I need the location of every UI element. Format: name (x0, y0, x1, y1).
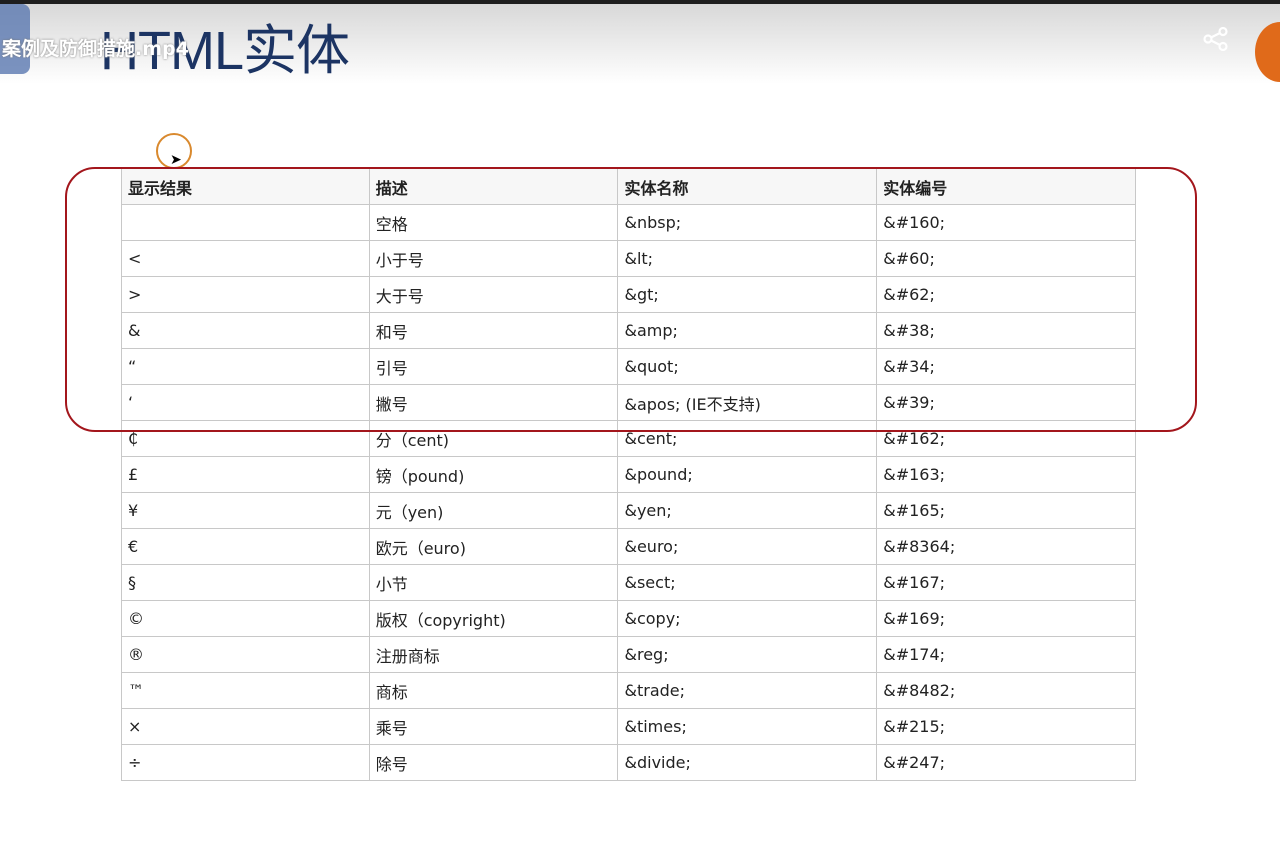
table-cell: &#169; (876, 600, 1136, 637)
table-cell: < (121, 240, 370, 277)
table-cell: 小于号 (368, 240, 619, 277)
header-cell: 描述 (368, 168, 619, 205)
table-cell: &#34; (876, 348, 1136, 385)
table-cell: © (121, 600, 370, 637)
table-row: ÷ 除号 &divide; &#247; (121, 744, 1136, 781)
table-row: ¥ 元（yen) &yen; &#165; (121, 492, 1136, 529)
table-row: © 版权（copyright) &copy; &#169; (121, 600, 1136, 637)
mouse-cursor-icon: ➤ (170, 152, 182, 168)
table-cell: &euro; (617, 528, 878, 565)
table-row: 空格 &nbsp; &#160; (121, 204, 1136, 241)
table-cell: &#62; (876, 276, 1136, 313)
table-cell: &times; (617, 708, 878, 745)
table-cell: 元（yen) (368, 492, 619, 529)
table-row: § 小节 &sect; &#167; (121, 564, 1136, 601)
table-cell: &cent; (617, 420, 878, 457)
html-entities-table: 显示结果 描述 实体名称 实体编号 空格 &nbsp; &#160; < 小于号 &lt;… (121, 168, 1136, 781)
table-cell: &copy; (617, 600, 878, 637)
table-cell: &#160; (876, 204, 1136, 241)
table-cell: ® (121, 636, 370, 673)
table-cell: 分（cent) (368, 420, 619, 457)
table-cell (121, 204, 370, 241)
table-cell: 乘号 (368, 708, 619, 745)
table-cell: &#162; (876, 420, 1136, 457)
table-row: ₵ 分（cent) &cent; &#162; (121, 420, 1136, 457)
table-row: ® 注册商标 &reg; &#174; (121, 636, 1136, 673)
table-cell: &pound; (617, 456, 878, 493)
video-filename: 案例及防御措施.mp4 (2, 38, 189, 60)
table-cell: 镑（pound) (368, 456, 619, 493)
table-cell: &amp; (617, 312, 878, 349)
table-row: £ 镑（pound) &pound; &#163; (121, 456, 1136, 493)
table-cell: &#8364; (876, 528, 1136, 565)
table-cell: § (121, 564, 370, 601)
table-cell: &divide; (617, 744, 878, 781)
table-row: ‘撇号 &apos; (IE不支持) &#39; (121, 384, 1136, 421)
table-cell: &yen; (617, 492, 878, 529)
table-cell: 大于号 (368, 276, 619, 313)
table-cell: &sect; (617, 564, 878, 601)
table-row: < 小于号 &lt; &#60; (121, 240, 1136, 277)
table-row: € 欧元（euro) &euro; &#8364; (121, 528, 1136, 565)
share-icon[interactable] (1203, 27, 1229, 51)
table-cell: £ (121, 456, 370, 493)
table-cell: & (121, 312, 370, 349)
table-row: & 和号 &amp; &#38; (121, 312, 1136, 349)
table-cell: ™ (121, 672, 370, 709)
table-cell: &#167; (876, 564, 1136, 601)
table-row: > 大于号 &gt; &#62; (121, 276, 1136, 313)
table-cell: 欧元（euro) (368, 528, 619, 565)
table-cell: &#174; (876, 636, 1136, 673)
table-cell: &nbsp; (617, 204, 878, 241)
table-cell: &#215; (876, 708, 1136, 745)
table-cell: ¥ (121, 492, 370, 529)
table-cell: 小节 (368, 564, 619, 601)
table-header-row: 显示结果 描述 实体名称 实体编号 (121, 168, 1136, 205)
table-cell: 商标 (368, 672, 619, 709)
table-cell: &#165; (876, 492, 1136, 529)
table-cell: &quot; (617, 348, 878, 385)
table-cell: 注册商标 (368, 636, 619, 673)
table-cell: × (121, 708, 370, 745)
header-cell: 实体名称 (617, 168, 878, 205)
table-cell: &lt; (617, 240, 878, 277)
table-cell: “ (121, 348, 370, 385)
table-cell: ‘ (121, 384, 370, 421)
table-cell: &#163; (876, 456, 1136, 493)
header-cell: 实体编号 (876, 168, 1136, 205)
table-cell: € (121, 528, 370, 565)
table-cell: 和号 (368, 312, 619, 349)
table-row: × 乘号 &times; &#215; (121, 708, 1136, 745)
table-cell: 引号 (368, 348, 619, 385)
table-cell: 空格 (368, 204, 619, 241)
table-row: ™ 商标 &trade; &#8482; (121, 672, 1136, 709)
table-cell: > (121, 276, 370, 313)
table-cell: &gt; (617, 276, 878, 313)
table-cell: &#60; (876, 240, 1136, 277)
table-cell: &#247; (876, 744, 1136, 781)
table-cell: &trade; (617, 672, 878, 709)
table-cell: &#39; (876, 384, 1136, 421)
table-cell: &reg; (617, 636, 878, 673)
table-row: “引号 &quot; &#34; (121, 348, 1136, 385)
table-cell: ÷ (121, 744, 370, 781)
table-cell: 除号 (368, 744, 619, 781)
table-cell: ₵ (121, 420, 370, 457)
table-cell: &#38; (876, 312, 1136, 349)
table-cell: &#8482; (876, 672, 1136, 709)
table-cell: 撇号 (368, 384, 619, 421)
header-cell: 显示结果 (121, 168, 370, 205)
table-cell: 版权（copyright) (368, 600, 619, 637)
table-cell: &apos; (IE不支持) (617, 384, 878, 421)
